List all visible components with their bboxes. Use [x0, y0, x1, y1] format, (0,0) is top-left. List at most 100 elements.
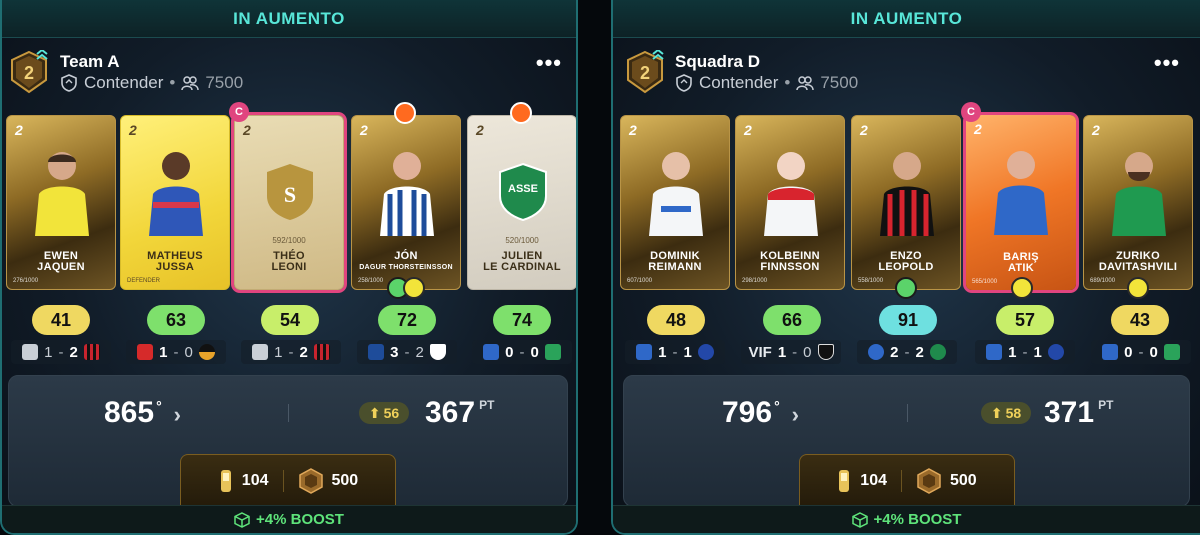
rank-button[interactable]: 796 ° › — [722, 396, 799, 430]
away-crest-icon — [929, 344, 946, 360]
player-last-name: JAQUEN — [37, 261, 85, 273]
score-row: 41 63 54 72 74 — [2, 305, 576, 335]
player-card[interactable]: 2 KOLBEINN FINNSSON 298/1000 — [735, 115, 845, 290]
rank-button[interactable]: 865 ° › — [104, 396, 181, 430]
badge-level: 2 — [24, 63, 34, 83]
team-subtitle: Contender • 7500 — [60, 73, 243, 93]
player-portrait-icon — [35, 152, 89, 236]
player-portrait-icon — [1112, 152, 1166, 236]
shield-icon — [61, 74, 77, 92]
more-options-button[interactable]: ••• — [1154, 52, 1180, 74]
match-result[interactable]: 0-0 — [472, 340, 572, 364]
match-result[interactable]: 1-1 — [625, 340, 725, 364]
home-crest-icon — [1102, 344, 1119, 360]
card-serial: 607/1000 — [627, 278, 653, 284]
player-card[interactable]: 2 BARIŞ ATIK 565/1000 — [966, 115, 1076, 290]
player-card[interactable]: 2 S 592/1000 THÉO LEONI — [234, 115, 344, 290]
player-portrait-icon — [764, 152, 818, 236]
lineups-screen: IN AUMENTO 2 Team A Contender • 7500 •••… — [0, 0, 1200, 535]
lineup-panel-team-a[interactable]: IN AUMENTO 2 Team A Contender • 7500 •••… — [0, 0, 578, 535]
player-last-name: DAVITASHVILI — [1098, 261, 1178, 273]
essence-reward: 104 — [218, 468, 269, 494]
score-row: 48 66 91 57 43 — [613, 305, 1200, 335]
card-serial: 258/1000 — [358, 278, 384, 284]
player-last-name: REIMANN — [648, 261, 702, 273]
members-count: 7500 — [205, 73, 244, 92]
match-result[interactable]: 1-0 — [126, 340, 226, 364]
player-score: 54 — [261, 305, 319, 335]
home-crest-icon — [868, 344, 885, 360]
player-cards: 2 EWEN JAQUEN 276/1000 2 MATHEUS JUSSA DEF… — [2, 102, 576, 299]
away-crest-icon — [1047, 344, 1064, 360]
members-count: 7500 — [820, 73, 859, 92]
card-serial: 298/1000 — [742, 278, 768, 284]
users-icon — [181, 76, 200, 91]
coin-icon — [917, 467, 941, 494]
player-score: 43 — [1111, 305, 1169, 335]
boot-icon — [1011, 277, 1033, 299]
player-last-name: ATIK — [1007, 262, 1035, 274]
coin-icon — [298, 467, 323, 494]
player-portrait-icon — [149, 152, 203, 236]
player-card[interactable]: 2 DOMINIK REIMANN 607/1000 — [620, 115, 730, 290]
match-result[interactable]: 1-2 — [241, 340, 341, 364]
match-results: 1-1 VIF 1-0 2-2 1-1 0-0 — [613, 340, 1200, 366]
player-last-name: LEONI — [271, 261, 307, 273]
player-portrait-icon — [649, 152, 703, 236]
player-card[interactable]: 2 JÓN DAGUR THORSTEINSSON 258/1000 — [351, 115, 461, 290]
coin-reward: 500 — [916, 467, 977, 494]
home-crest-icon — [636, 344, 653, 360]
svg-text:ASSE: ASSE — [508, 183, 538, 195]
boost-footer: +4% BOOST — [2, 505, 576, 533]
rewards-tray: 104 500 — [180, 454, 396, 506]
match-result[interactable]: VIF 1-0 — [741, 340, 841, 364]
level-badge-icon: 2 — [11, 50, 48, 94]
player-score: 72 — [378, 305, 436, 335]
player-score: 63 — [147, 305, 205, 335]
team-name: Team A — [60, 52, 120, 71]
captain-badge: C — [961, 102, 981, 122]
player-card[interactable]: 2 ZURIKO DAVITASHVILI 689/1000 — [1083, 115, 1193, 290]
home-crest-icon — [483, 344, 500, 360]
team-header: 2 Squadra D Contender • 7500 ••• — [613, 38, 1200, 108]
away-crest-icon — [429, 344, 446, 360]
match-result[interactable]: 0-0 — [1091, 340, 1191, 364]
total-points: 371 PT — [1044, 396, 1114, 429]
essence-icon — [839, 469, 850, 492]
match-result[interactable]: 1-2 — [11, 340, 111, 364]
lineup-panel-squadra-d[interactable]: IN AUMENTO 2 Squadra D Contender • 7500 … — [611, 0, 1200, 535]
player-first-name: JÓN — [394, 250, 418, 262]
more-options-button[interactable]: ••• — [536, 52, 562, 74]
player-last-name: DAGUR THORSTEINSSON — [359, 264, 453, 271]
division-label: Contender — [699, 73, 779, 92]
essence-icon — [220, 469, 231, 492]
match-result[interactable]: 2-2 — [857, 340, 957, 364]
home-crest-icon — [252, 344, 269, 360]
player-last-name: JUSSA — [155, 261, 195, 273]
svg-text:S: S — [284, 182, 296, 207]
away-crest-icon — [83, 344, 100, 360]
player-card[interactable]: 2 ASSE 520/1000 JULIEN LE CARDINAL — [467, 115, 576, 290]
coin-reward: 500 — [298, 467, 358, 494]
match-result[interactable]: 1-1 — [975, 340, 1075, 364]
player-last-name: LE CARDINAL — [483, 261, 561, 273]
player-card[interactable]: 2 EWEN JAQUEN 276/1000 — [6, 115, 116, 290]
match-result[interactable]: 3-2 — [357, 340, 457, 364]
shield-icon — [676, 74, 692, 92]
player-score: 48 — [647, 305, 705, 335]
club-crest-icon: ASSE — [499, 162, 547, 222]
home-crest-icon — [22, 344, 39, 360]
team-name: Squadra D — [675, 52, 761, 71]
team-subtitle: Contender • 7500 — [675, 73, 858, 93]
summary-box: 796 ° › ⬆ 58 371 PT 104 500 — [623, 375, 1190, 507]
card-serial: 565/1000 — [972, 279, 998, 285]
player-portrait-icon — [994, 151, 1048, 235]
player-card[interactable]: 2 ENZO LEOPOLD 558/1000 — [851, 115, 961, 290]
player-last-name: LEOPOLD — [878, 261, 934, 273]
player-card[interactable]: 2 MATHEUS JUSSA DEFENDER — [120, 115, 230, 290]
player-cards: 2 DOMINIK REIMANN 607/1000 2 KOLBEINN FINN… — [613, 102, 1200, 299]
division-label: Contender — [84, 73, 164, 92]
match-results: 1-2 1-0 1-2 3-2 0-0 — [2, 340, 576, 366]
player-portrait-icon — [880, 152, 934, 236]
player-score: 57 — [996, 305, 1054, 335]
